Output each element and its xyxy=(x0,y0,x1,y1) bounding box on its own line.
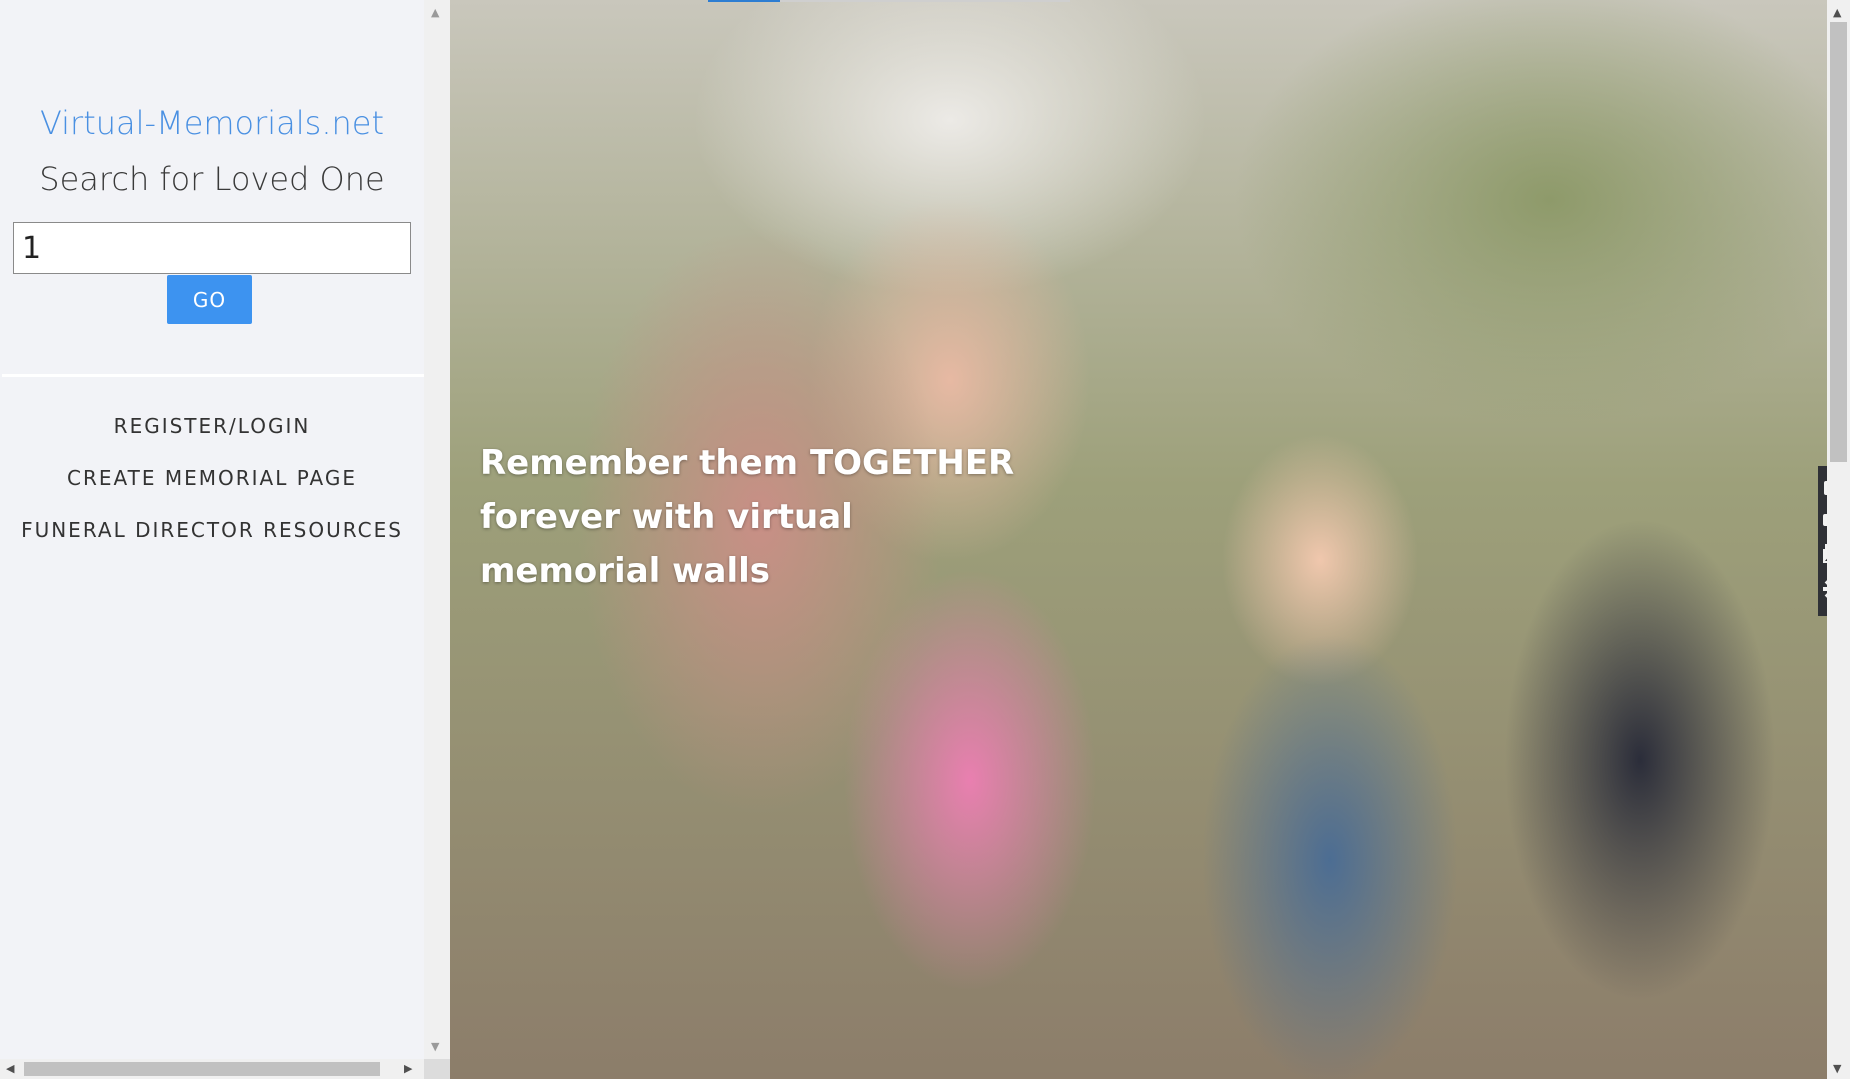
main-scroll-thumb[interactable] xyxy=(1830,22,1847,462)
scroll-left-arrow-icon[interactable]: ◀ xyxy=(6,1062,14,1075)
main-scroll-down-arrow-icon[interactable]: ▼ xyxy=(1833,1062,1841,1075)
sidebar-nav: REGISTER/LOGIN CREATE MEMORIAL PAGE FUNE… xyxy=(0,412,424,568)
hero-tagline: Remember them TOGETHER forever with virt… xyxy=(480,443,1015,591)
slider-indicator[interactable] xyxy=(708,0,1070,2)
scroll-right-arrow-icon[interactable]: ▶ xyxy=(404,1062,412,1075)
scrollbar-corner xyxy=(424,1059,450,1079)
scroll-down-arrow-icon[interactable]: ▼ xyxy=(431,1040,439,1053)
sidebar-divider xyxy=(2,374,424,377)
horizontal-scroll-thumb[interactable] xyxy=(24,1062,380,1076)
main-scroll-up-arrow-icon[interactable]: ▲ xyxy=(1833,6,1841,19)
sidebar-horizontal-scrollbar[interactable]: ◀ ▶ xyxy=(0,1059,424,1079)
main-vertical-scrollbar[interactable]: ▲ ▼ xyxy=(1827,0,1850,1079)
hero-image: Remember them TOGETHER forever with virt… xyxy=(450,0,1827,1079)
go-button[interactable]: GO xyxy=(167,275,252,324)
nav-register-login[interactable]: REGISTER/LOGIN xyxy=(0,412,424,464)
scroll-up-arrow-icon[interactable]: ▲ xyxy=(431,6,439,19)
sidebar-vertical-scrollbar[interactable]: ▲ ▼ xyxy=(424,0,450,1059)
nav-create-memorial-page[interactable]: CREATE MEMORIAL PAGE xyxy=(0,464,424,516)
search-heading: Search for Loved One xyxy=(39,160,385,198)
search-input[interactable] xyxy=(13,222,411,274)
slider-indicator-active[interactable] xyxy=(708,0,780,2)
nav-funeral-director-resources[interactable]: FUNERAL DIRECTOR RESOURCES xyxy=(0,516,424,568)
site-title[interactable]: Virtual-Memorials.net xyxy=(0,104,424,142)
sidebar: Virtual-Memorials.net Search for Loved O… xyxy=(0,0,424,1059)
